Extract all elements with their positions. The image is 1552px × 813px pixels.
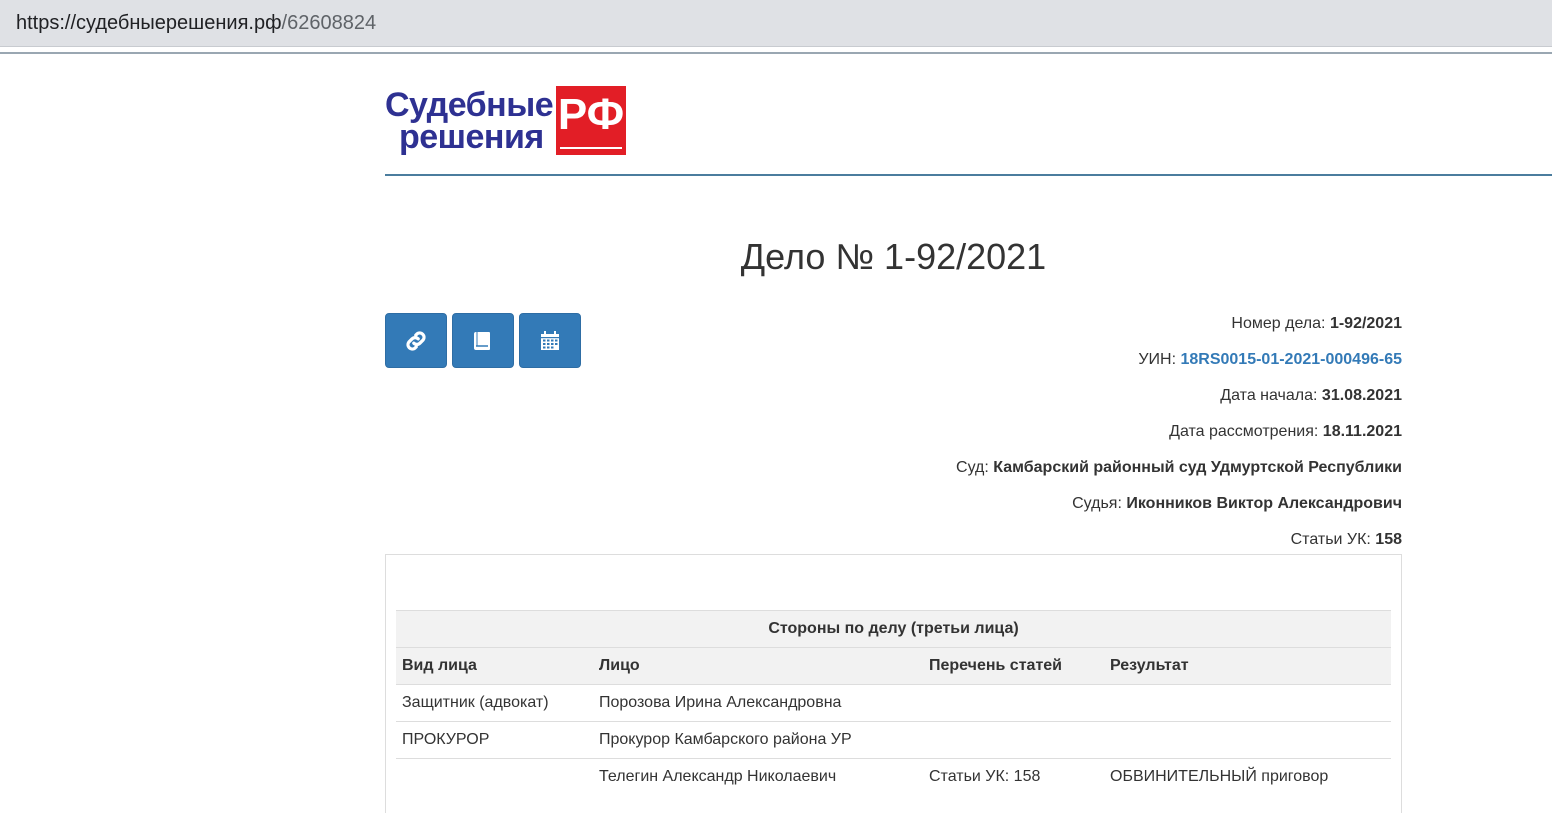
logo-word-2: решения <box>399 118 544 156</box>
link-button[interactable] <box>385 313 447 368</box>
parties-caption: Стороны по делу (третьи лица) <box>396 610 1391 648</box>
book-button[interactable] <box>452 313 514 368</box>
table-cell: Защитник (адвокат) <box>396 684 593 722</box>
table-cell <box>923 684 1104 722</box>
column-header: Перечень статей <box>923 647 1104 685</box>
case-info: Номер дела: 1-92/2021 УИН: 18RS0015-01-2… <box>700 314 1402 566</box>
uin-link[interactable]: 18RS0015-01-2021-000496-65 <box>1180 351 1402 368</box>
table-cell: Прокурор Камбарского района УР <box>593 721 923 759</box>
logo-badge: РФ <box>556 86 626 155</box>
court-value: Камбарский районный суд Удмуртской Респу… <box>993 459 1402 476</box>
case-number-value: 1-92/2021 <box>1329 315 1402 332</box>
address-bar-divider <box>0 52 1552 54</box>
review-date-row: Дата рассмотрения: 18.11.2021 <box>700 422 1402 458</box>
judge-value: Иконников Виктор Александрович <box>1126 495 1402 512</box>
action-toolbar <box>385 313 581 368</box>
uin-row: УИН: 18RS0015-01-2021-000496-65 <box>700 350 1402 386</box>
page-title: Дело № 1-92/2021 <box>740 236 1047 277</box>
link-icon <box>406 330 426 351</box>
parties-caption-row: Стороны по делу (третьи лица) <box>396 610 1391 648</box>
site-logo[interactable]: Судебные решения РФ <box>385 86 627 156</box>
column-header: Результат <box>1104 647 1391 685</box>
case-number-label: Номер дела: <box>1231 315 1326 332</box>
judge-label: Судья: <box>1072 495 1122 512</box>
review-date-value: 18.11.2021 <box>1322 423 1402 440</box>
start-date-row: Дата начала: 31.08.2021 <box>700 386 1402 422</box>
calendar-button[interactable] <box>519 313 581 368</box>
table-cell: ОБВИНИТЕЛЬНЫЙ приговор <box>1104 758 1391 796</box>
table-cell: Порозова Ирина Александровна <box>593 684 923 722</box>
court-label: Суд: <box>956 459 989 476</box>
articles-value: 158 <box>1375 531 1402 548</box>
start-date-value: 31.08.2021 <box>1321 387 1402 404</box>
court-row: Суд: Камбарский районный суд Удмуртской … <box>700 458 1402 494</box>
table-cell: ПРОКУРОР <box>396 721 593 759</box>
table-cell <box>1104 721 1391 759</box>
parties-table: Стороны по делу (третьи лица) Вид лица Л… <box>396 610 1391 796</box>
url-host: https://судебныерешения.рф <box>16 12 282 34</box>
articles-label: Статьи УК: <box>1290 531 1371 548</box>
review-date-label: Дата рассмотрения: <box>1169 423 1319 440</box>
logo-word-1: Судебные <box>385 86 554 124</box>
book-icon <box>474 331 490 350</box>
header-divider <box>385 174 1552 176</box>
table-row: Телегин Александр Николаевич Статьи УК: … <box>396 758 1391 796</box>
url-path: /62608824 <box>281 12 377 34</box>
judge-row: Судья: Иконников Виктор Александрович <box>700 494 1402 530</box>
calendar-icon <box>541 330 559 350</box>
column-header: Вид лица <box>396 647 593 685</box>
address-bar[interactable]: https://судебныерешения.рф/62608824 <box>0 0 1552 47</box>
table-cell: Статьи УК: 158 <box>923 758 1104 796</box>
table-cell <box>1104 684 1391 722</box>
case-number-row: Номер дела: 1-92/2021 <box>700 314 1402 350</box>
table-cell <box>923 721 1104 759</box>
case-panel: Стороны по делу (третьи лица) Вид лица Л… <box>385 554 1402 813</box>
parties-header-row: Вид лица Лицо Перечень статей Результат <box>396 647 1391 685</box>
table-cell <box>396 758 593 796</box>
column-header: Лицо <box>593 647 923 685</box>
url-text[interactable]: https://судебныерешения.рф/62608824 <box>16 12 376 35</box>
uin-label: УИН: <box>1138 351 1177 368</box>
start-date-label: Дата начала: <box>1220 387 1318 404</box>
table-row: Защитник (адвокат) Порозова Ирина Алекса… <box>396 684 1391 722</box>
table-cell: Телегин Александр Николаевич <box>593 758 923 796</box>
table-row: ПРОКУРОР Прокурор Камбарского района УР <box>396 721 1391 759</box>
